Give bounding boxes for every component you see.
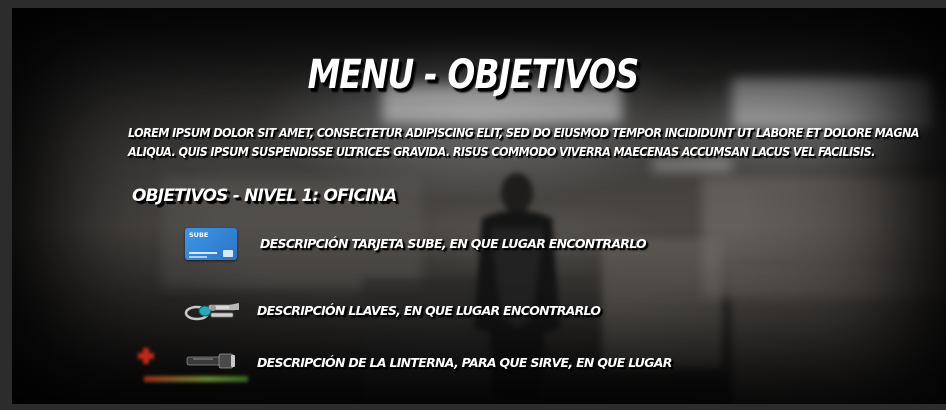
card-label: SUBE bbox=[189, 231, 209, 239]
objectives-section-title: OBJETIVOS - NIVEL 1: OFICINA bbox=[132, 186, 397, 206]
health-bar bbox=[144, 376, 248, 382]
card-stripe bbox=[189, 256, 207, 258]
health-cross-icon bbox=[138, 348, 154, 364]
card-logo bbox=[223, 250, 233, 257]
objective-sube-text: DESCRIPCIÓN TARJETA SUBE, EN QUE LUGAR E… bbox=[260, 236, 647, 251]
objective-keys-text: DESCRIPCIÓN LLAVES, EN QUE LUGAR ENCONTR… bbox=[257, 303, 601, 318]
flashlight-icon bbox=[186, 353, 235, 369]
objective-flashlight-text: DESCRIPCIÓN DE LA LINTERNA, PARA QUE SIR… bbox=[257, 355, 672, 370]
menu-intro-text: LOREM IPSUM DOLOR SIT AMET, CONSECTETUR … bbox=[128, 125, 920, 159]
card-stripe bbox=[189, 252, 217, 254]
keys-icon bbox=[184, 303, 239, 321]
menu-title: MENU - OBJETIVOS bbox=[307, 52, 640, 98]
sube-card-icon: SUBE bbox=[185, 228, 237, 260]
